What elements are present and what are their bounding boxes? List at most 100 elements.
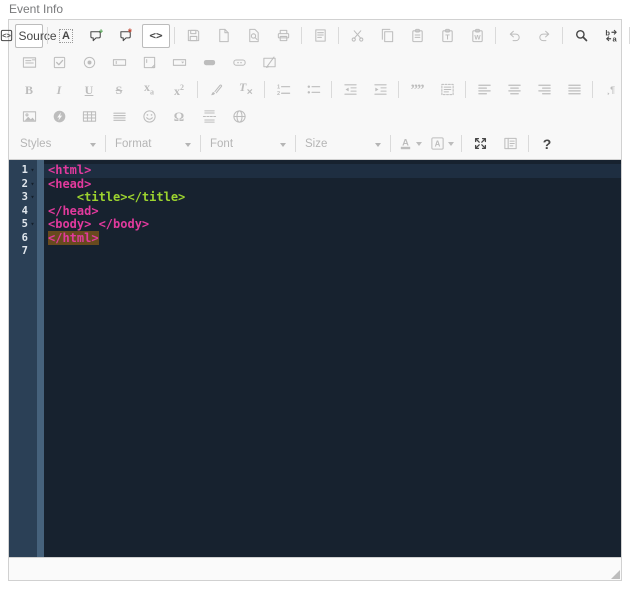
- code-line[interactable]: <head>: [44, 177, 621, 192]
- print-icon: [276, 28, 291, 43]
- fold-arrow-icon[interactable]: ▾: [28, 218, 37, 231]
- templates-button: [306, 24, 334, 48]
- toolbar-separator: [301, 27, 302, 44]
- code-line[interactable]: <html>: [44, 163, 621, 178]
- svg-text:<>: <>: [3, 31, 12, 40]
- code-line[interactable]: </head>: [44, 204, 621, 219]
- text-field-icon: [112, 55, 127, 70]
- div-container-button: [433, 78, 461, 102]
- toolbar-separator: [592, 81, 593, 98]
- form-icon: [22, 55, 37, 70]
- toolbar-separator: [197, 81, 198, 98]
- indent-icon: [373, 82, 388, 97]
- italic-button: I: [45, 78, 73, 102]
- fold-arrow-icon[interactable]: ▾: [28, 164, 37, 177]
- line-number: 2 ▾: [9, 178, 37, 192]
- image-icon: [22, 109, 37, 124]
- align-left-icon: [477, 82, 492, 97]
- matching-tag-highlight: </html>: [48, 230, 99, 245]
- comment-range-button[interactable]: +: [82, 24, 110, 48]
- code-line[interactable]: </html>: [44, 230, 621, 246]
- about-button[interactable]: ?: [533, 132, 561, 156]
- show-blocks-button: [496, 132, 524, 156]
- underline-icon: U: [84, 82, 94, 97]
- replace-button[interactable]: ba: [597, 24, 625, 48]
- code-line[interactable]: <title></title>: [44, 190, 621, 205]
- image-button: [15, 105, 43, 129]
- align-center-button: [500, 78, 528, 102]
- toolbar-separator: [528, 135, 529, 152]
- font-combo-label: Font: [210, 137, 234, 150]
- button-element-button: [195, 51, 223, 75]
- code-token: <html>: [48, 163, 92, 177]
- chevron-down-icon: [416, 142, 422, 149]
- field-label: Event Info: [9, 2, 64, 16]
- comment-add-icon: +: [89, 28, 104, 43]
- bidi-ltr-button: ¶: [597, 78, 625, 102]
- textarea-icon: [142, 55, 157, 70]
- toolbar-separator: [295, 135, 296, 152]
- maximize-button[interactable]: [466, 132, 494, 156]
- svg-text:1: 1: [276, 85, 279, 91]
- code-token: <title></title>: [76, 190, 186, 204]
- table-button: [75, 105, 103, 129]
- resize-handle[interactable]: [611, 570, 620, 579]
- save-icon: [186, 28, 201, 43]
- outdent-button: [336, 78, 364, 102]
- bg-color-icon: A: [430, 136, 445, 151]
- svg-text:2: 2: [276, 91, 279, 97]
- table-icon: [82, 109, 97, 124]
- blockquote-button: ””: [403, 78, 431, 102]
- fold-gutter: [37, 160, 44, 557]
- comment-remove-icon: *: [119, 28, 134, 43]
- code-line[interactable]: <body> </body>: [44, 217, 621, 232]
- rich-text-editor: <>SourceA+*<>TWbaABCBIUSxax2T✕12””¶¶ΩSty…: [1, 19, 630, 581]
- smiley-icon: [142, 109, 157, 124]
- line-number-gutter: 1 ▾ 2 ▾ 3 ▾ 4 5 ▾ 6 7: [9, 160, 37, 557]
- auto-format-button[interactable]: A: [52, 24, 80, 48]
- format-combo-label: Format: [115, 137, 152, 150]
- fold-arrow-icon[interactable]: ▾: [28, 191, 37, 204]
- cut-button: [343, 24, 371, 48]
- format-combo: Format: [110, 133, 196, 155]
- size-combo: Size: [300, 133, 386, 155]
- chevron-down-icon: [448, 142, 454, 149]
- subscript-button: xa: [135, 78, 163, 102]
- svg-text:A: A: [402, 137, 409, 147]
- source-code-area[interactable]: 1 ▾ 2 ▾ 3 ▾ 4 5 ▾ 6 7 <html> <head> <title></title>…: [9, 160, 621, 557]
- image-button-icon: [232, 55, 247, 70]
- special-char-icon: Ω: [173, 108, 185, 124]
- line-number: 5 ▾: [9, 218, 37, 232]
- chevron-down-icon: [185, 142, 191, 150]
- code-editor[interactable]: <html> <head> <title></title> </head> <body…: [44, 160, 621, 557]
- replace-icon: ba: [604, 28, 619, 44]
- new-page-icon: [216, 28, 231, 43]
- radio-button-button: [75, 51, 103, 75]
- styles-combo-label: Styles: [20, 137, 52, 150]
- paste-text-button: T: [433, 24, 461, 48]
- copy-icon: [380, 28, 395, 43]
- find-button[interactable]: [567, 24, 595, 48]
- toolbar-separator: [465, 81, 466, 98]
- div-container-icon: [440, 82, 455, 97]
- horizontal-rule-button: [105, 105, 133, 129]
- styles-combo: Styles: [15, 133, 101, 155]
- paste-icon: [410, 28, 425, 43]
- iframe-globe-icon: [232, 109, 247, 124]
- radio-icon: [82, 55, 97, 70]
- undo-button: [500, 24, 528, 48]
- line-number: 3 ▾: [9, 191, 37, 205]
- save-button: [179, 24, 207, 48]
- line-number: 4: [9, 205, 37, 219]
- iframe-button: [225, 105, 253, 129]
- align-center-icon: [507, 82, 522, 97]
- uncomment-range-button[interactable]: *: [112, 24, 140, 48]
- autocomplete-button[interactable]: <>: [142, 23, 170, 48]
- code-line[interactable]: [44, 245, 621, 259]
- toolbar-separator: [562, 27, 563, 44]
- source-button[interactable]: <> Source: [1, 23, 57, 48]
- select-field-icon: [172, 55, 187, 70]
- bulleted-list-button: [299, 78, 327, 102]
- editor-bottom-bar: [9, 557, 621, 580]
- fold-arrow-icon[interactable]: ▾: [28, 178, 37, 191]
